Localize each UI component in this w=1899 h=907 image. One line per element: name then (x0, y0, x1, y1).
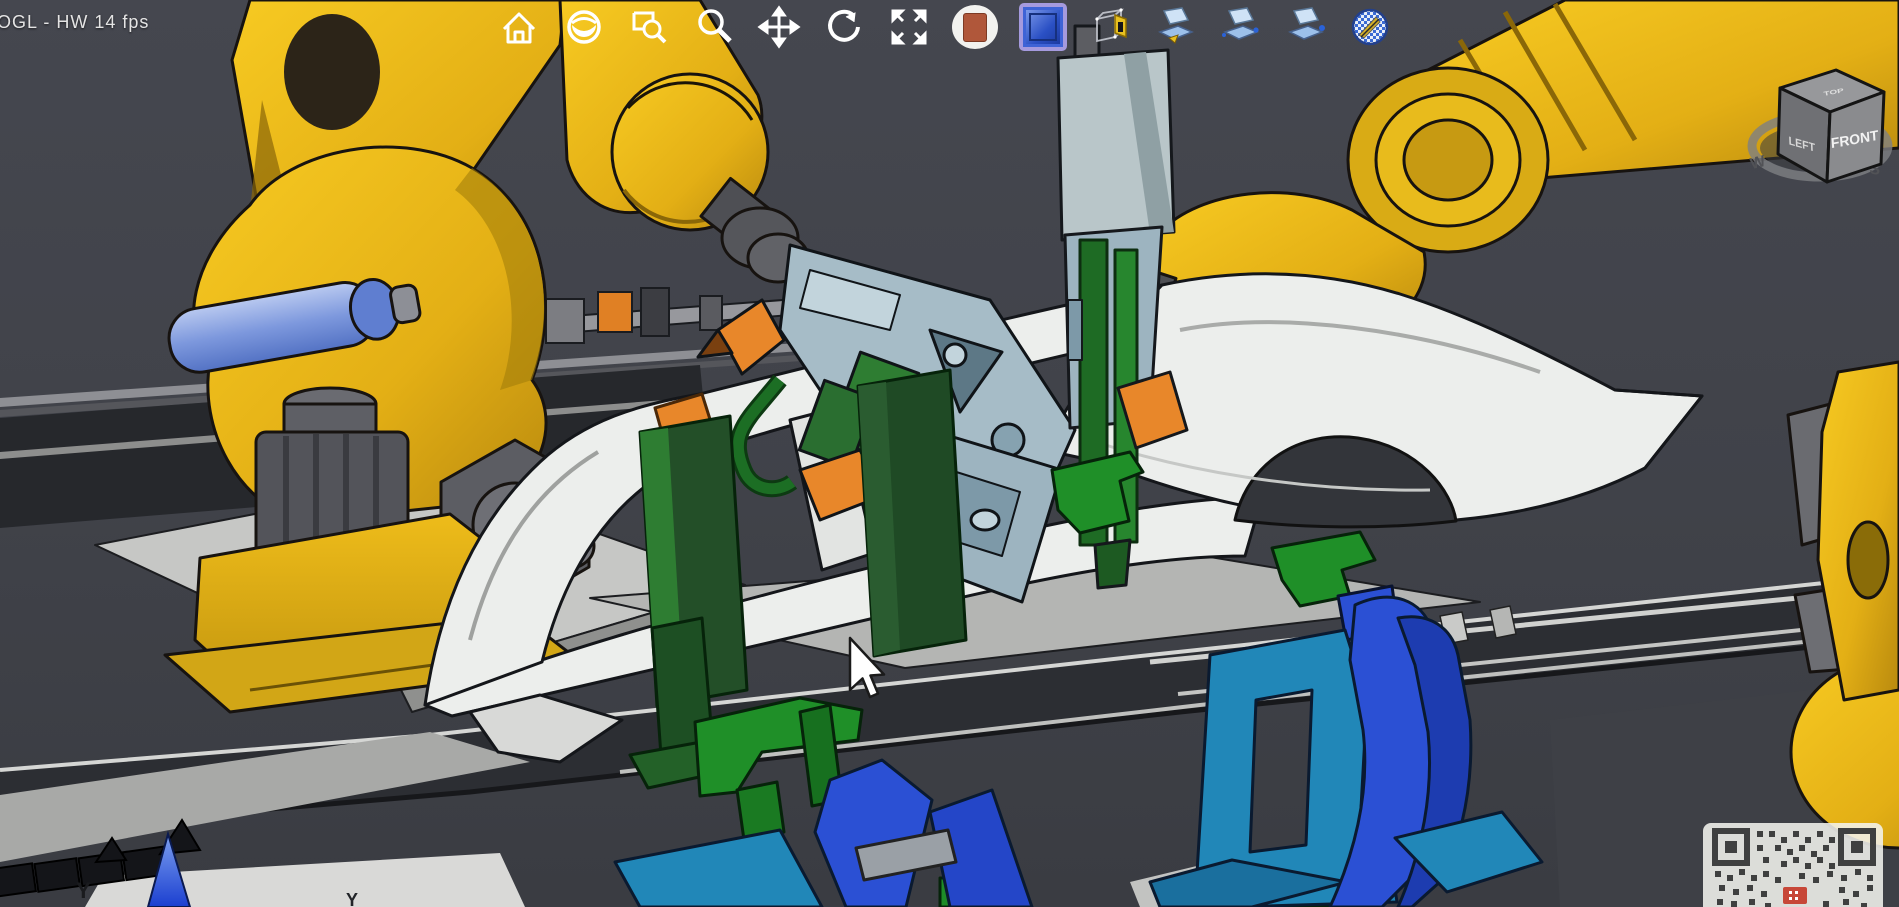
display-mode-flat-button[interactable] (1019, 3, 1067, 51)
show-room-box-button[interactable] (1088, 5, 1132, 49)
fit-view-button[interactable] (562, 5, 606, 49)
orbit-arrow-icon (824, 7, 864, 47)
app-window: Y Y OGL - HW 14 fps (0, 0, 1899, 907)
magnifier-icon (694, 7, 734, 47)
view-cube[interactable]: W S FRONT LEFT TOP (1742, 36, 1898, 188)
zoom-extents-button[interactable] (887, 5, 931, 49)
renderer-fps-label: OGL - HW 14 fps (0, 12, 149, 33)
orbit-button[interactable] (822, 5, 866, 49)
pan-arrows-icon (759, 7, 799, 47)
zoom-window-button[interactable] (627, 5, 671, 49)
room-box-icon (1089, 6, 1131, 48)
right-edge-robot[interactable] (1788, 362, 1899, 848)
main-toolbar (497, 3, 1392, 51)
workplane-front-button[interactable] (1218, 5, 1262, 49)
workplane-side-icon (1284, 6, 1326, 48)
fit-view-eye-icon (563, 6, 605, 48)
pan-button[interactable] (757, 5, 801, 49)
workplane-side-button[interactable] (1283, 5, 1327, 49)
viewport-3d[interactable]: Y Y (0, 0, 1899, 907)
workplane-floor-button[interactable] (1153, 5, 1197, 49)
display-mode-shaded-button[interactable] (952, 5, 998, 49)
axis-y-label: Y (76, 878, 91, 903)
flat-swatch-icon (1023, 7, 1063, 47)
axis-y-label-2: Y (346, 890, 358, 907)
workplane-front-icon (1219, 6, 1261, 48)
qr-code-overlay (1703, 823, 1887, 907)
zoom-window-icon (629, 7, 669, 47)
home-view-button[interactable] (497, 5, 541, 49)
workplane-floor-icon (1154, 6, 1196, 48)
textured-ground-button[interactable] (1348, 5, 1392, 49)
shaded-swatch-icon (963, 13, 987, 42)
expand-arrows-icon (889, 7, 929, 47)
zoom-button[interactable] (692, 5, 736, 49)
textured-ground-icon (1349, 6, 1391, 48)
home-icon (499, 7, 539, 47)
